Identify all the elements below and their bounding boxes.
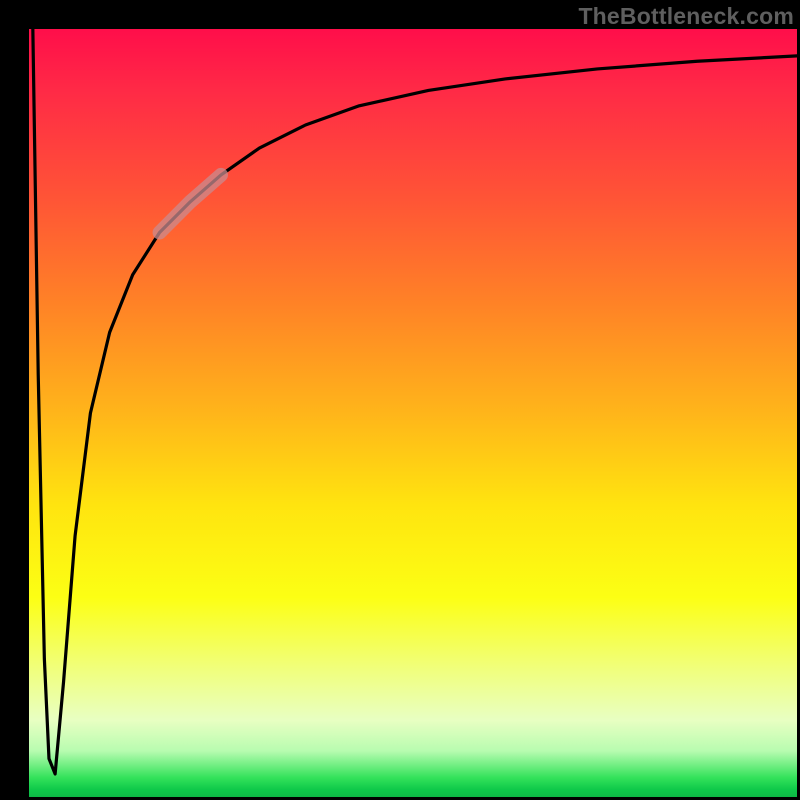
chart-frame: TheBottleneck.com xyxy=(0,0,800,800)
curve-layer xyxy=(29,29,797,797)
series-curve xyxy=(33,29,797,774)
watermark-text: TheBottleneck.com xyxy=(578,3,794,30)
series-highlight-segment xyxy=(160,175,221,233)
